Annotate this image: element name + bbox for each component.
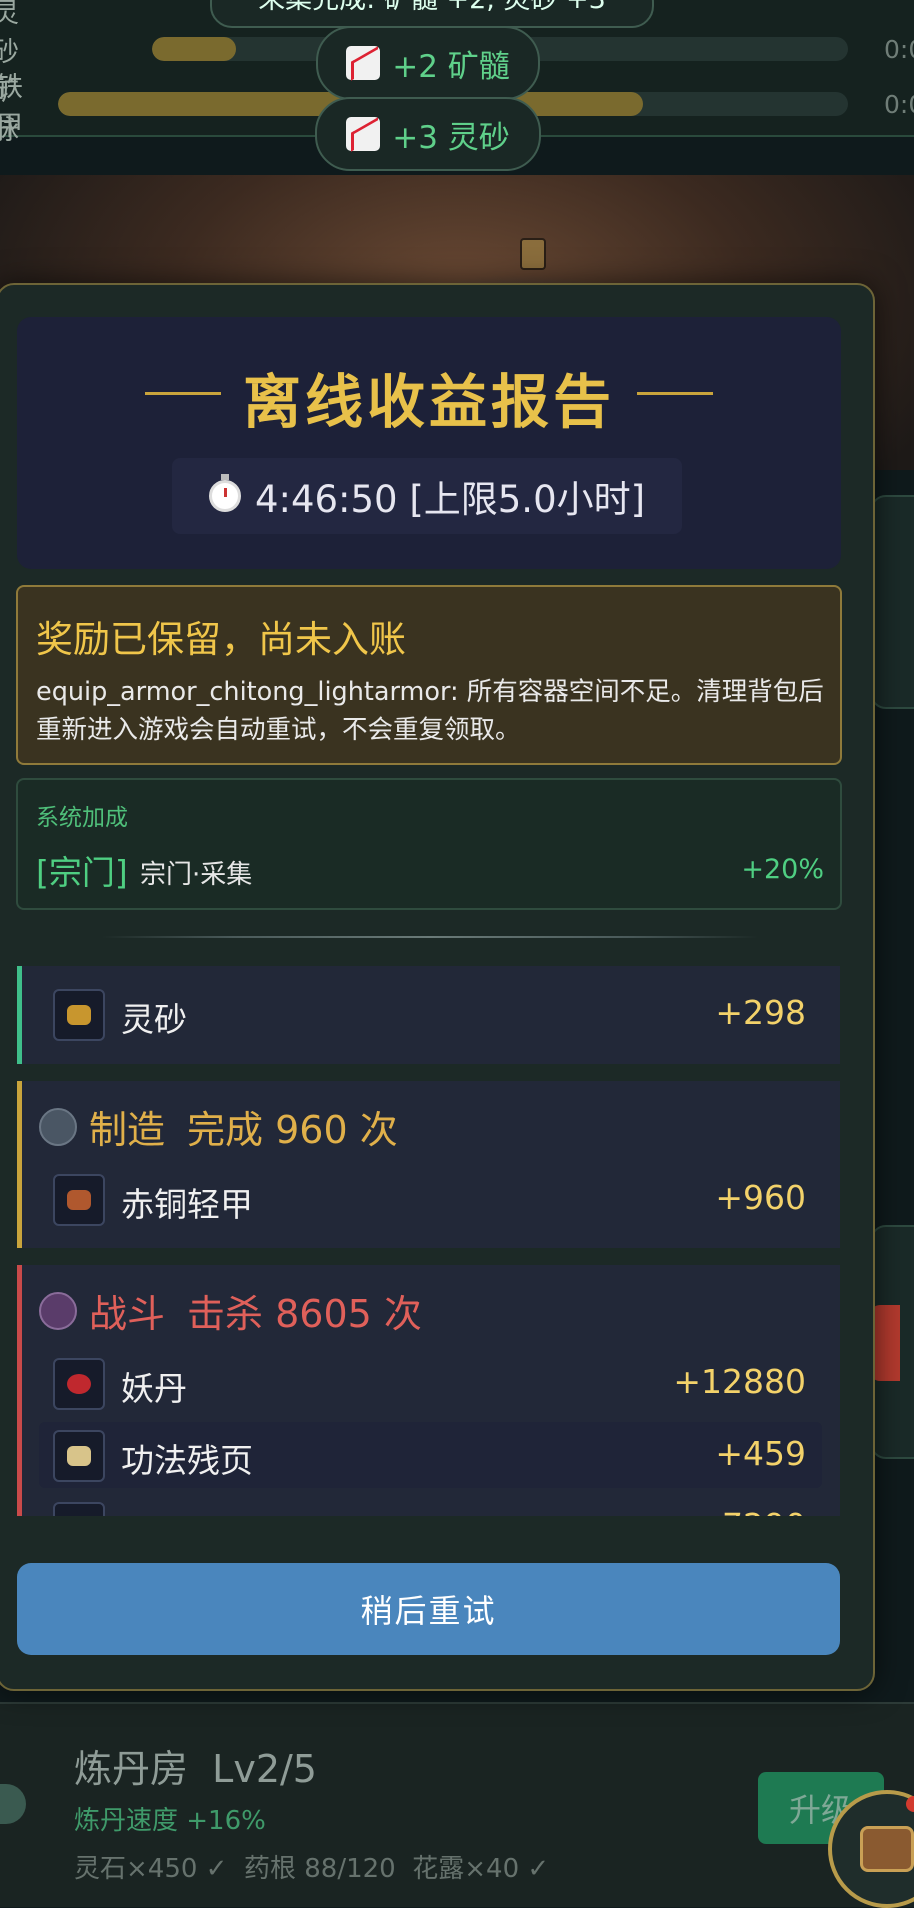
reward-item: 功法残页 +459 xyxy=(39,1422,822,1488)
building-title: 炼丹房 Lv2/5 xyxy=(74,1747,317,1791)
bonus-title: 系统加成 xyxy=(36,805,128,831)
building-icon xyxy=(0,1784,26,1824)
item-name: 妖丹 xyxy=(121,1369,187,1408)
bonus-name: 宗门·采集 xyxy=(140,860,253,890)
group-title-a: 战斗 xyxy=(89,1292,166,1336)
group-title-a: 制造 xyxy=(89,1108,166,1152)
building-speed: 炼丹速度 +16% xyxy=(74,1806,266,1836)
chest-icon xyxy=(860,1826,914,1872)
group-title: 战斗 击杀 8605 次 xyxy=(39,1283,422,1338)
resource-value: 0:0 xyxy=(884,89,914,119)
crossed-swords-icon xyxy=(39,1291,77,1330)
group-accent xyxy=(17,1081,22,1248)
reward-item: 玄铁矿 +7290 xyxy=(39,1494,822,1516)
group-title: 制造 完成 960 次 xyxy=(39,1099,398,1154)
building-requirements: 灵石×450 ✓ 药根 88/120 花露×40 ✓ xyxy=(74,1854,550,1884)
item-name: 赤铜轻甲 xyxy=(121,1185,253,1224)
group-title-b: 击杀 8605 次 xyxy=(187,1292,422,1336)
item-value: +298 xyxy=(715,993,806,1032)
report-title: 离线收益报告 xyxy=(242,368,615,436)
chart-up-icon xyxy=(346,117,381,151)
group-title-b: 完成 960 次 xyxy=(187,1108,398,1152)
side-panel-edge xyxy=(870,495,914,709)
item-name: 功法残页 xyxy=(121,1441,253,1480)
resource-value: 0:0 xyxy=(884,34,914,64)
top-cut-text: 采集完成: 矿髓 +2, 灵砂 +3 xyxy=(210,0,654,28)
reward-item: 妖丹 +12880 xyxy=(39,1350,822,1416)
bonus-tag: [宗门] xyxy=(36,853,128,892)
alchemy-room-panel: 炼丹房 Lv2/5 炼丹速度 +16% 灵石×450 ✓ 药根 88/120 花… xyxy=(0,1702,914,1907)
toast-text: +2 矿髓 xyxy=(392,48,510,85)
title-deco-line xyxy=(637,392,713,395)
reward-group-craft: 制造 完成 960 次 赤铜轻甲 +960 xyxy=(17,1081,840,1248)
system-bonus: 系统加成 [宗门] 宗门·采集 +20% xyxy=(16,778,842,910)
lantern-icon xyxy=(520,238,546,270)
iron-ore-icon xyxy=(53,1502,105,1516)
timer-text: 4:46:50 [上限5.0小时] xyxy=(254,478,646,521)
offline-timer: 4:46:50 [上限5.0小时] xyxy=(172,458,682,534)
gain-toast: +3 灵砂 xyxy=(315,97,541,171)
hammer-icon xyxy=(39,1107,77,1146)
report-header: 离线收益报告 4:46:50 [上限5.0小时] xyxy=(17,317,841,569)
retry-later-button[interactable]: 稍后重试 xyxy=(17,1563,840,1655)
group-accent xyxy=(17,1265,22,1516)
warning-description: equip_armor_chitong_lightarmor: 所有容器空间不足… xyxy=(36,677,824,745)
section-divider xyxy=(102,936,758,938)
item-name: 灵砂 xyxy=(121,1000,187,1039)
item-name: 玄铁矿 xyxy=(121,1506,220,1516)
group-accent xyxy=(17,966,22,1064)
demon-core-icon xyxy=(53,1358,105,1410)
reward-warning: 奖励已保留，尚未入账 equip_armor_chitong_lightarmo… xyxy=(16,585,842,765)
scroll-page-icon xyxy=(53,1430,105,1482)
toast-text: +3 灵砂 xyxy=(392,119,510,156)
light-armor-icon xyxy=(53,1174,105,1226)
reward-list[interactable]: 灵砂 +298 制造 完成 960 次 赤铜轻甲 +960 战斗 击杀 8605… xyxy=(17,966,840,1516)
reward-item: 灵砂 +298 xyxy=(39,981,822,1047)
spirit-sand-icon xyxy=(53,989,105,1041)
item-value: +960 xyxy=(715,1178,806,1217)
gain-toast: +2 矿髓 xyxy=(316,26,540,100)
item-value: +7290 xyxy=(694,1506,806,1516)
stopwatch-icon xyxy=(208,474,241,512)
reward-group-battle: 战斗 击杀 8605 次 妖丹 +12880 功法残页 +459 玄铁矿 +72… xyxy=(17,1265,840,1516)
chart-up-icon xyxy=(346,46,381,80)
warning-title: 奖励已保留，尚未入账 xyxy=(36,618,406,661)
item-value: +459 xyxy=(715,1434,806,1473)
resource-label: 铁甲 xyxy=(0,72,23,142)
reward-group-gather: 灵砂 +298 xyxy=(17,966,840,1064)
bonus-value: +20% xyxy=(741,854,824,885)
reward-item: 赤铜轻甲 +960 xyxy=(39,1166,822,1232)
item-value: +12880 xyxy=(673,1362,806,1401)
